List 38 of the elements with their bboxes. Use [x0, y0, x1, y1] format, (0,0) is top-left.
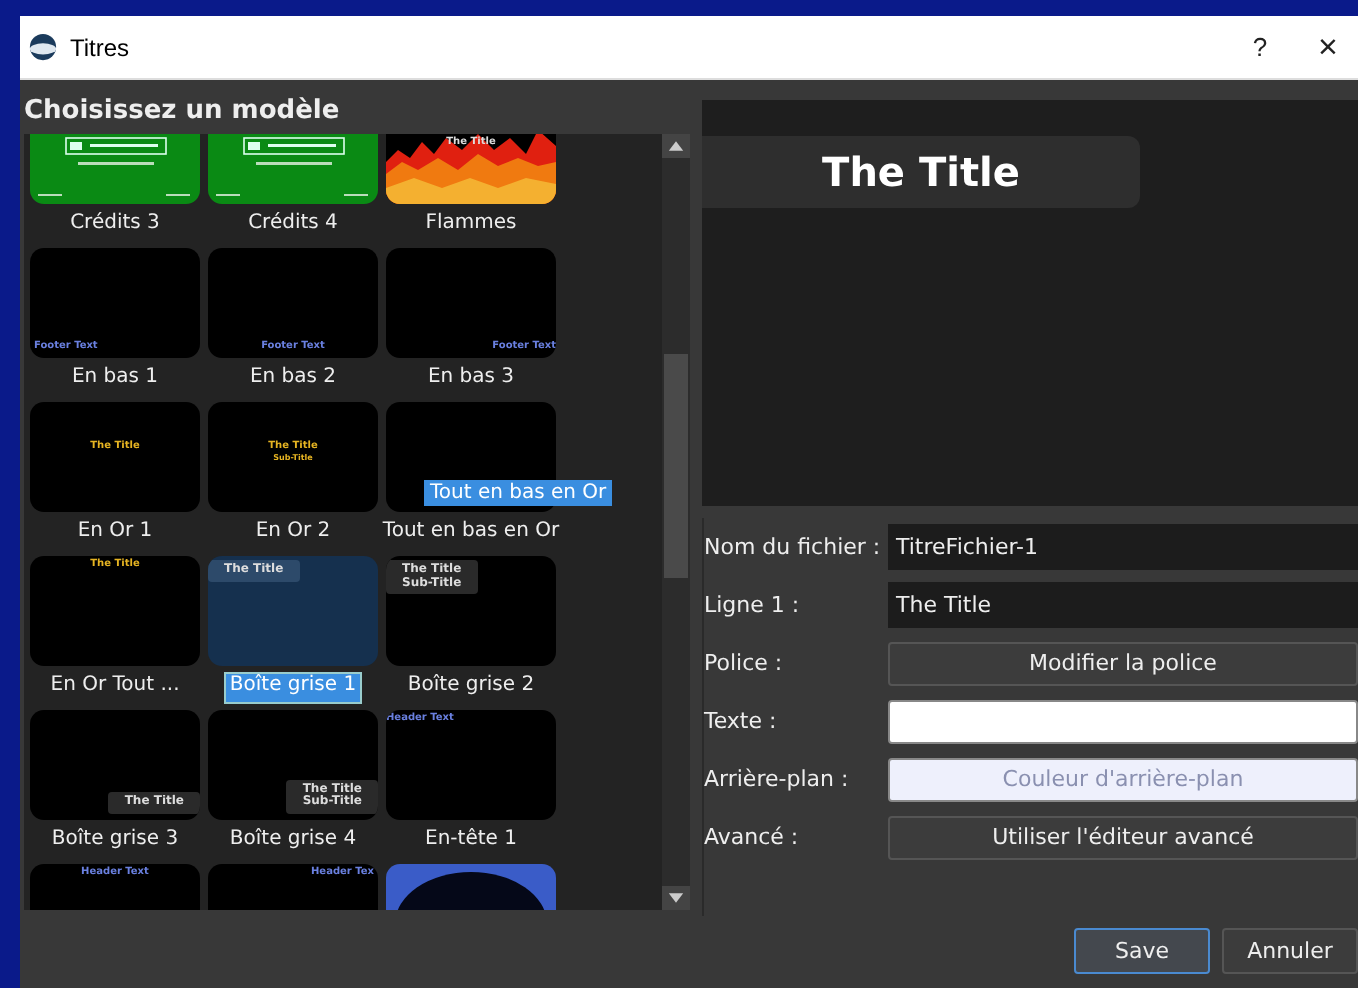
field-label: Avancé :	[704, 824, 801, 850]
action-button[interactable]: Utiliser l'éditeur avancé	[888, 815, 1358, 859]
action-button[interactable]: Modifier la police	[888, 641, 1358, 685]
text-field[interactable]: TitreFichier-1	[888, 524, 1358, 570]
help-button[interactable]: ?	[1222, 19, 1298, 75]
tooltip: Tout en bas en Or	[424, 480, 613, 506]
scroll-down-icon[interactable]	[662, 886, 690, 910]
template-name[interactable]: En Or 2	[251, 520, 335, 548]
field-label: Arrière-plan :	[704, 766, 851, 792]
field-label: Texte :	[704, 708, 779, 734]
field-label: Nom du fichier :	[704, 534, 883, 560]
text-field[interactable]: The Title	[888, 582, 1358, 628]
template-name[interactable]: Tout en bas en Or	[378, 520, 564, 548]
window-title: Titres	[70, 33, 130, 61]
field-label: Ligne 1 :	[704, 592, 802, 618]
scrollbar-thumb[interactable]	[664, 354, 688, 578]
template-name[interactable]: Flammes	[421, 212, 521, 240]
dialog-button[interactable]: Save	[1074, 928, 1210, 974]
template-name[interactable]: Crédits 3	[66, 212, 164, 240]
scroll-up-icon[interactable]	[662, 134, 690, 158]
section-heading: Choisissez un modèle	[24, 94, 342, 130]
template-name[interactable]: Crédits 4	[244, 212, 342, 240]
template-name[interactable]: En bas 2	[245, 366, 341, 394]
template-name[interactable]: En-tête 1	[421, 828, 521, 856]
template-name[interactable]: En Or 1	[73, 520, 157, 548]
scrollbar[interactable]	[662, 134, 690, 910]
dialog-button[interactable]: Annuler	[1222, 928, 1358, 974]
template-name[interactable]: En Or Tout ...	[46, 674, 184, 702]
template-name[interactable]: En bas 1	[67, 366, 163, 394]
template-name[interactable]: Boîte grise 4	[225, 828, 361, 856]
preview-title: The Title	[702, 136, 1140, 208]
close-button[interactable]: ×	[1298, 19, 1358, 75]
template-name[interactable]: Boîte grise 3	[47, 828, 183, 856]
field-label: Police :	[704, 650, 785, 676]
template-name[interactable]: Boîte grise 2	[403, 674, 539, 702]
template-name[interactable]: En bas 3	[423, 366, 519, 394]
app-icon	[28, 32, 58, 62]
color-button[interactable]	[888, 699, 1358, 743]
